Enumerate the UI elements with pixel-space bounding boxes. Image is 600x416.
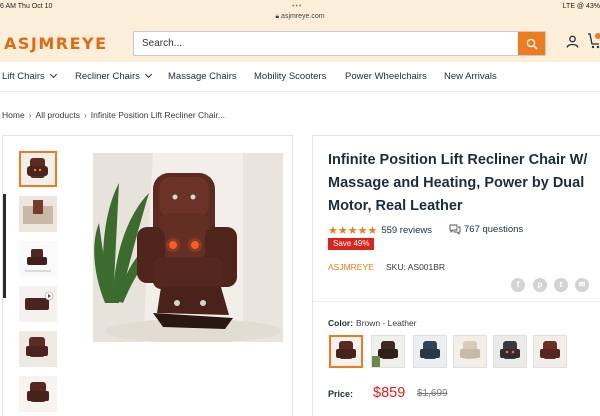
lock-icon: 🔒︎ <box>275 13 280 20</box>
color-swatch-2[interactable] <box>371 335 405 368</box>
nav-item-label: Recliner Chairs <box>75 71 140 82</box>
color-swatch-5[interactable] <box>493 335 527 368</box>
breadcrumb-all-products[interactable]: All products <box>36 110 80 120</box>
color-swatch-4[interactable] <box>453 335 487 368</box>
thumbnail-2[interactable] <box>19 196 57 232</box>
nav-item-lift-chairs[interactable]: Lift Chairs <box>2 70 57 82</box>
sku-text: SKU: AS001BR <box>386 262 446 272</box>
nav-item-label: New Arrivals <box>444 71 497 82</box>
site-logo[interactable]: ASJMREYE <box>4 34 108 53</box>
chair-thumbnail-image <box>21 153 55 185</box>
site-header: ASJMREYE <box>0 24 600 62</box>
nav-item-label: Mobility Scooters <box>254 71 327 82</box>
nav-item-massage-chairs[interactable]: Massage Chairs <box>168 71 237 82</box>
address-bar-url[interactable]: 🔒︎ asjmreye.com <box>0 13 600 21</box>
nav-item-power-wheelchairs[interactable]: Power Wheelchairs <box>345 71 427 82</box>
product-info: Infinite Position Lift Recliner Chair W/… <box>312 135 600 416</box>
sale-price: $859 <box>373 385 406 401</box>
thumbnail-4-video[interactable] <box>19 286 57 322</box>
breadcrumb-current: Infinite Position Lift Recliner Chair... <box>90 110 225 120</box>
url-text: asjmreye.com <box>281 13 325 20</box>
star-rating-icon: ★★★★★ <box>328 224 378 237</box>
chair-swatch-image <box>454 336 486 367</box>
color-label: Color: <box>328 318 354 328</box>
reviews-count[interactable]: 559 reviews <box>381 225 432 236</box>
chair-swatch-image <box>534 336 566 367</box>
breadcrumb-separator-icon: › <box>28 110 32 120</box>
color-swatch-6[interactable] <box>533 335 567 368</box>
breadcrumb-separator-icon: › <box>83 110 87 120</box>
nav-item-recliner-chairs[interactable]: Recliner Chairs <box>75 70 152 82</box>
nav-item-label: Massage Chairs <box>168 71 237 82</box>
chevron-down-icon <box>144 70 152 79</box>
search-icon <box>526 38 538 50</box>
chair-thumbnail-image <box>19 196 57 232</box>
chair-thumbnail-image <box>19 331 57 367</box>
user-icon[interactable] <box>566 35 579 48</box>
sale-badge: Save 49% <box>328 238 375 250</box>
product-title: Infinite Position Lift Recliner Chair W/… <box>328 152 588 214</box>
cart-icon[interactable] <box>587 33 600 49</box>
thumbnail-5[interactable] <box>19 331 57 367</box>
twitter-icon[interactable]: t <box>554 278 568 292</box>
search-box <box>133 31 546 56</box>
status-signal: LTE @ 43% <box>562 3 600 10</box>
rating-summary[interactable]: ★★★★★ 559 reviews <box>328 224 432 237</box>
vendor-link[interactable]: ASJMREYE <box>328 262 374 272</box>
search-input[interactable] <box>134 32 519 55</box>
facebook-icon[interactable]: f <box>511 278 525 292</box>
pinterest-icon[interactable]: p <box>533 278 547 292</box>
color-option-label: Color: Brown - Leather <box>328 318 417 328</box>
search-button[interactable] <box>518 32 545 55</box>
nav-item-mobility-scooters[interactable]: Mobility Scooters <box>254 71 326 82</box>
chevron-down-icon <box>49 70 57 79</box>
thumbnail-1[interactable] <box>19 151 57 187</box>
product-gallery <box>2 135 293 416</box>
nav-item-label: Lift Chairs <box>2 71 45 82</box>
questions-link[interactable]: 767 questions <box>449 224 523 235</box>
thumbnail-3[interactable] <box>19 241 57 277</box>
email-icon[interactable]: ✉ <box>575 278 589 292</box>
chair-thumbnail-image <box>19 241 57 277</box>
main-nav: Lift Chairs Recliner Chairs Massage Chai… <box>0 62 600 92</box>
chat-bubble-icon <box>449 224 461 235</box>
chair-swatch-image <box>331 337 361 366</box>
status-time: 6 AM Thu Oct 10 <box>0 3 53 10</box>
color-swatch-brown-leather[interactable] <box>329 335 363 368</box>
chair-thumbnail-image <box>19 376 57 412</box>
compare-at-price: $1,699 <box>417 388 448 399</box>
thumbnail-6[interactable] <box>19 376 57 412</box>
chair-swatch-image <box>372 336 404 367</box>
price-label: Price: <box>328 389 354 399</box>
color-swatch-3[interactable] <box>413 335 447 368</box>
divider <box>313 301 600 302</box>
chair-thumbnail-image <box>19 286 57 322</box>
status-bar: 6 AM Thu Oct 10 ••• 🔒︎ asjmreye.com LTE … <box>0 0 600 24</box>
selected-color: Brown - Leather <box>356 318 417 328</box>
nav-item-label: Power Wheelchairs <box>345 71 427 82</box>
thumbnail-scroll-indicator <box>3 194 6 298</box>
chair-swatch-image <box>494 336 526 367</box>
main-product-image[interactable] <box>93 153 283 342</box>
browser-handle-icon: ••• <box>292 3 303 10</box>
questions-count: 767 questions <box>464 224 524 235</box>
nav-item-new-arrivals[interactable]: New Arrivals <box>444 71 497 82</box>
chair-swatch-image <box>414 336 446 367</box>
breadcrumb-home[interactable]: Home <box>2 110 25 120</box>
breadcrumb: Home › All products › Infinite Position Lift… <box>2 110 225 120</box>
